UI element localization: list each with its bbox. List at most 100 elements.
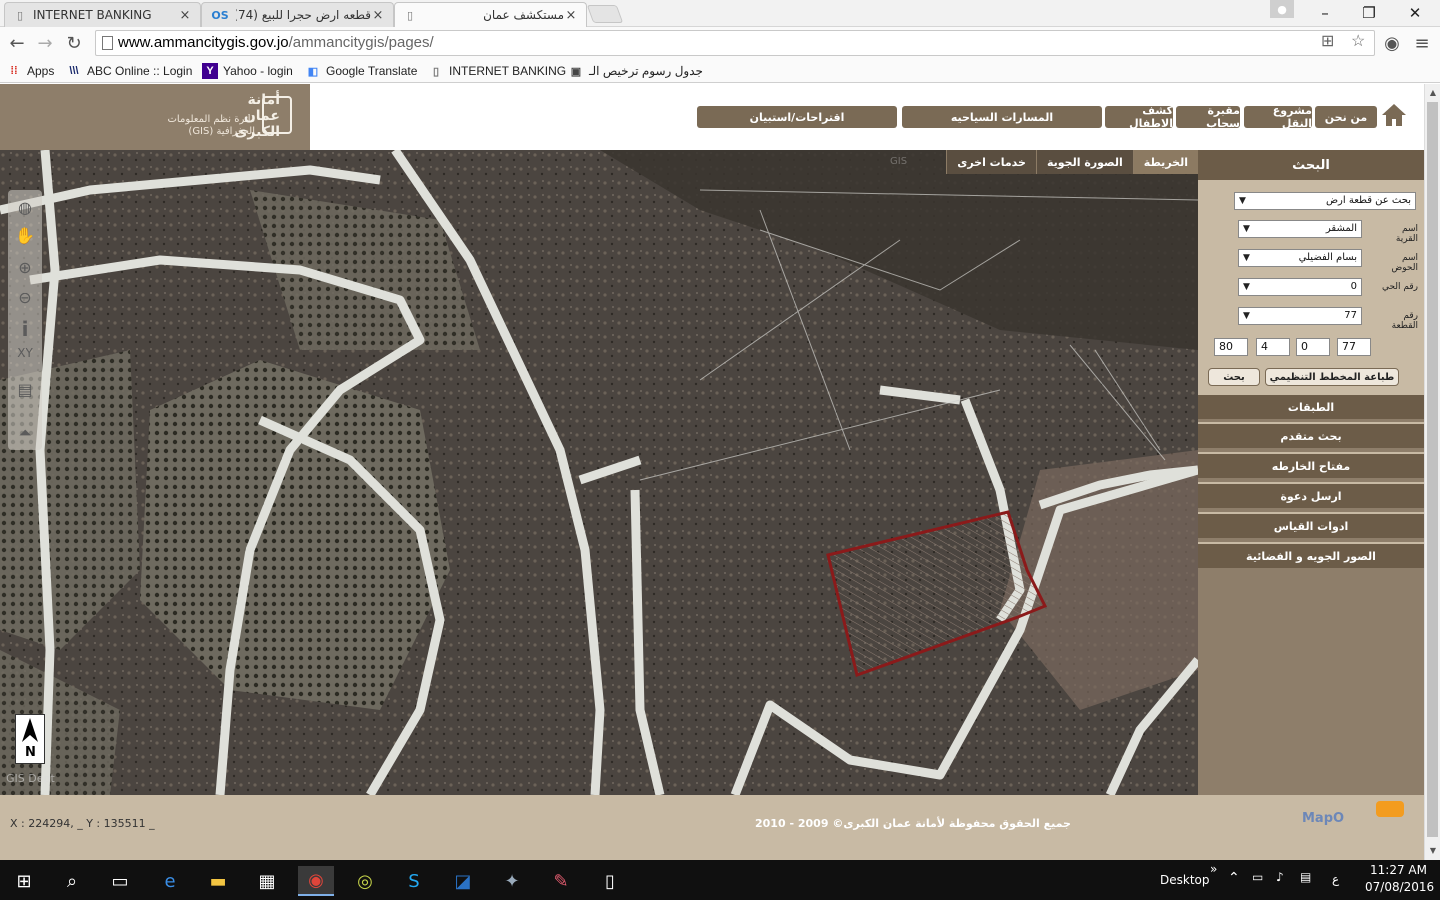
- map-canvas[interactable]: GIS خدمات اخرى الصورة الجوية الخريطة ◍ ✋…: [0, 150, 1198, 795]
- tab-title: INTERNET BANKING: [33, 8, 152, 22]
- tab-other-services[interactable]: خدمات اخرى: [946, 150, 1036, 174]
- zoom-out-icon[interactable]: ⊖: [11, 284, 39, 310]
- mapo-logo[interactable]: MapO: [1302, 811, 1344, 826]
- identify-icon[interactable]: i: [11, 316, 39, 342]
- section-measure-tools[interactable]: ادوات القياس: [1198, 512, 1424, 538]
- search-type-select[interactable]: ▼ بحث عن قطعة ارض: [1234, 192, 1416, 210]
- nav-suggestions[interactable]: اقتراحات/استبيان: [697, 106, 897, 128]
- extension-icon[interactable]: ◉: [1380, 31, 1404, 55]
- parcel-number-input[interactable]: 77: [1337, 338, 1371, 356]
- home-icon[interactable]: [1380, 102, 1408, 128]
- basin-select[interactable]: ▼ بسام الفضيلي: [1238, 249, 1362, 267]
- new-tab-button[interactable]: [586, 5, 624, 23]
- zoom-in-icon[interactable]: ⊕: [11, 254, 39, 280]
- notifications-icon[interactable]: ▤: [1300, 870, 1311, 884]
- tab-map[interactable]: الخريطة: [1132, 150, 1198, 174]
- paint-icon[interactable]: ✎: [543, 866, 579, 896]
- section-send-invitation[interactable]: ارسل دعوة: [1198, 482, 1424, 508]
- tab-close-icon[interactable]: ×: [371, 8, 385, 23]
- forward-icon[interactable]: →: [33, 31, 57, 55]
- print-plan-button[interactable]: طباعة المخطط التنظيمي: [1265, 368, 1399, 386]
- scroll-down-icon[interactable]: ▼: [1425, 842, 1440, 858]
- village-number-input[interactable]: 80: [1214, 338, 1248, 356]
- bookmark-license-fees[interactable]: ▣ جدول رسوم ترخيص الـ: [568, 62, 703, 80]
- profile-icon[interactable]: ●: [1270, 0, 1294, 18]
- volume-icon[interactable]: ♪: [1276, 870, 1284, 884]
- minimize-button[interactable]: –: [1302, 0, 1348, 25]
- notepad-icon[interactable]: ▯: [592, 866, 628, 896]
- search-icon[interactable]: ⌕: [54, 866, 90, 896]
- clock-time[interactable]: 11:27 AM: [1370, 863, 1427, 877]
- chevron-down-icon: ▼: [1239, 196, 1246, 206]
- north-arrow-icon: [22, 718, 38, 742]
- print-icon[interactable]: ▤: [11, 376, 39, 402]
- chevron-up-icon[interactable]: ⌃: [1228, 870, 1240, 886]
- search-button[interactable]: بحث: [1208, 368, 1260, 386]
- bookmark-abc-online[interactable]: \\\ ABC Online :: Login: [66, 62, 192, 80]
- reload-icon[interactable]: ↻: [62, 31, 86, 55]
- scroll-thumb[interactable]: [1427, 102, 1438, 837]
- language-indicator[interactable]: ع: [1332, 872, 1339, 886]
- chrome-icon[interactable]: ◉: [298, 866, 334, 896]
- section-layers[interactable]: الطبقات: [1198, 393, 1424, 419]
- back-icon[interactable]: ←: [5, 31, 29, 55]
- network-icon[interactable]: ▭: [1252, 870, 1263, 884]
- outlook-icon[interactable]: ◪: [445, 866, 481, 896]
- section-map-legend[interactable]: مفتاح الخارطه: [1198, 452, 1424, 478]
- village-select[interactable]: ▼ المشقر: [1238, 220, 1362, 238]
- tab-aerial-photo[interactable]: الصورة الجوية: [1035, 150, 1133, 174]
- section-advanced-search[interactable]: بحث متقدم: [1198, 422, 1424, 448]
- translate-icon[interactable]: ⊞: [1321, 30, 1334, 54]
- pan-hand-icon[interactable]: ✋: [11, 222, 39, 248]
- nav-about-us[interactable]: من نحن: [1315, 106, 1377, 128]
- district-select[interactable]: ▼ 0: [1238, 278, 1362, 296]
- bookmark-apps[interactable]: ⁞⁞ Apps: [6, 62, 54, 80]
- close-window-button[interactable]: ✕: [1392, 0, 1438, 25]
- nav-children-survey[interactable]: كشف الاطفال: [1105, 104, 1173, 130]
- desktop-toolbar-label[interactable]: Desktop: [1160, 873, 1210, 887]
- tab-close-icon[interactable]: ×: [178, 8, 192, 23]
- store-icon[interactable]: ▦: [249, 866, 285, 896]
- tab-close-icon[interactable]: ×: [564, 8, 578, 23]
- tab-amman-explorer[interactable]: ▯ مستكشف عمان ×: [394, 2, 587, 27]
- maximize-button[interactable]: ❐: [1346, 0, 1392, 25]
- photos-icon[interactable]: ✦: [494, 866, 530, 896]
- nav-transport-project[interactable]: مشروع النقل: [1244, 104, 1312, 130]
- bookmark-yahoo[interactable]: Y Yahoo - login: [202, 62, 293, 80]
- nav-tourist-routes[interactable]: المسارات السياحيه: [902, 106, 1102, 128]
- chevron-down-icon: ▼: [1243, 253, 1250, 263]
- file-explorer-icon[interactable]: ▬: [200, 866, 236, 896]
- bookmark-internet-banking[interactable]: ▯ INTERNET BANKING: [428, 62, 566, 80]
- opensooq-icon: OS: [211, 8, 229, 22]
- bookmark-label: جدول رسوم ترخيص الـ: [589, 64, 703, 78]
- bookmark-label: ABC Online :: Login: [87, 64, 193, 78]
- parcel-select[interactable]: ▼ 77: [1238, 307, 1362, 325]
- tab-internet-banking[interactable]: ▯ INTERNET BANKING ×: [4, 2, 201, 27]
- windows-start-icon[interactable]: ⊞: [6, 866, 42, 896]
- search-panel: البحث ▼ بحث عن قطعة ارض ▼ المشقر اسم الق…: [1198, 150, 1424, 795]
- section-aerial-satellite[interactable]: الصور الجويه و الفضائية: [1198, 542, 1424, 568]
- clock-date[interactable]: 07/08/2016: [1365, 880, 1434, 894]
- skype-icon[interactable]: S: [396, 866, 432, 896]
- scroll-up-icon[interactable]: ▲: [1425, 84, 1440, 100]
- task-view-icon[interactable]: ▭: [102, 866, 138, 896]
- globe-extent-icon[interactable]: ◍: [11, 194, 39, 220]
- xy-coordinates-icon[interactable]: XY: [11, 340, 39, 366]
- sponsor-logo[interactable]: [1376, 801, 1404, 817]
- tab-land-for-sale[interactable]: OS قطعه ارض حجرا للبيع (74) ×: [201, 2, 394, 27]
- search-panel-title: البحث: [1198, 150, 1424, 180]
- page-info-icon[interactable]: [102, 36, 113, 50]
- chrome-menu-icon[interactable]: ≡: [1410, 31, 1434, 55]
- district-number-input[interactable]: 0: [1296, 338, 1330, 356]
- page-icon: ▯: [16, 8, 24, 22]
- bookmark-star-icon[interactable]: ☆: [1351, 30, 1365, 54]
- bookmark-google-translate[interactable]: ◧ Google Translate: [305, 62, 418, 80]
- toolbar-overflow[interactable]: »: [1210, 862, 1217, 876]
- address-bar[interactable]: www.ammancitygis.gov.jo/ammancitygis/pag…: [95, 30, 1375, 56]
- basin-number-input[interactable]: 4: [1256, 338, 1290, 356]
- app-icon[interactable]: ◎: [347, 866, 383, 896]
- page-scrollbar[interactable]: ▲ ▼: [1424, 84, 1440, 860]
- edge-icon[interactable]: e: [152, 866, 188, 896]
- collapse-toolbar-icon[interactable]: ⏶: [11, 420, 39, 446]
- nav-sahab-cemetery[interactable]: مقبرة سحاب: [1176, 104, 1240, 130]
